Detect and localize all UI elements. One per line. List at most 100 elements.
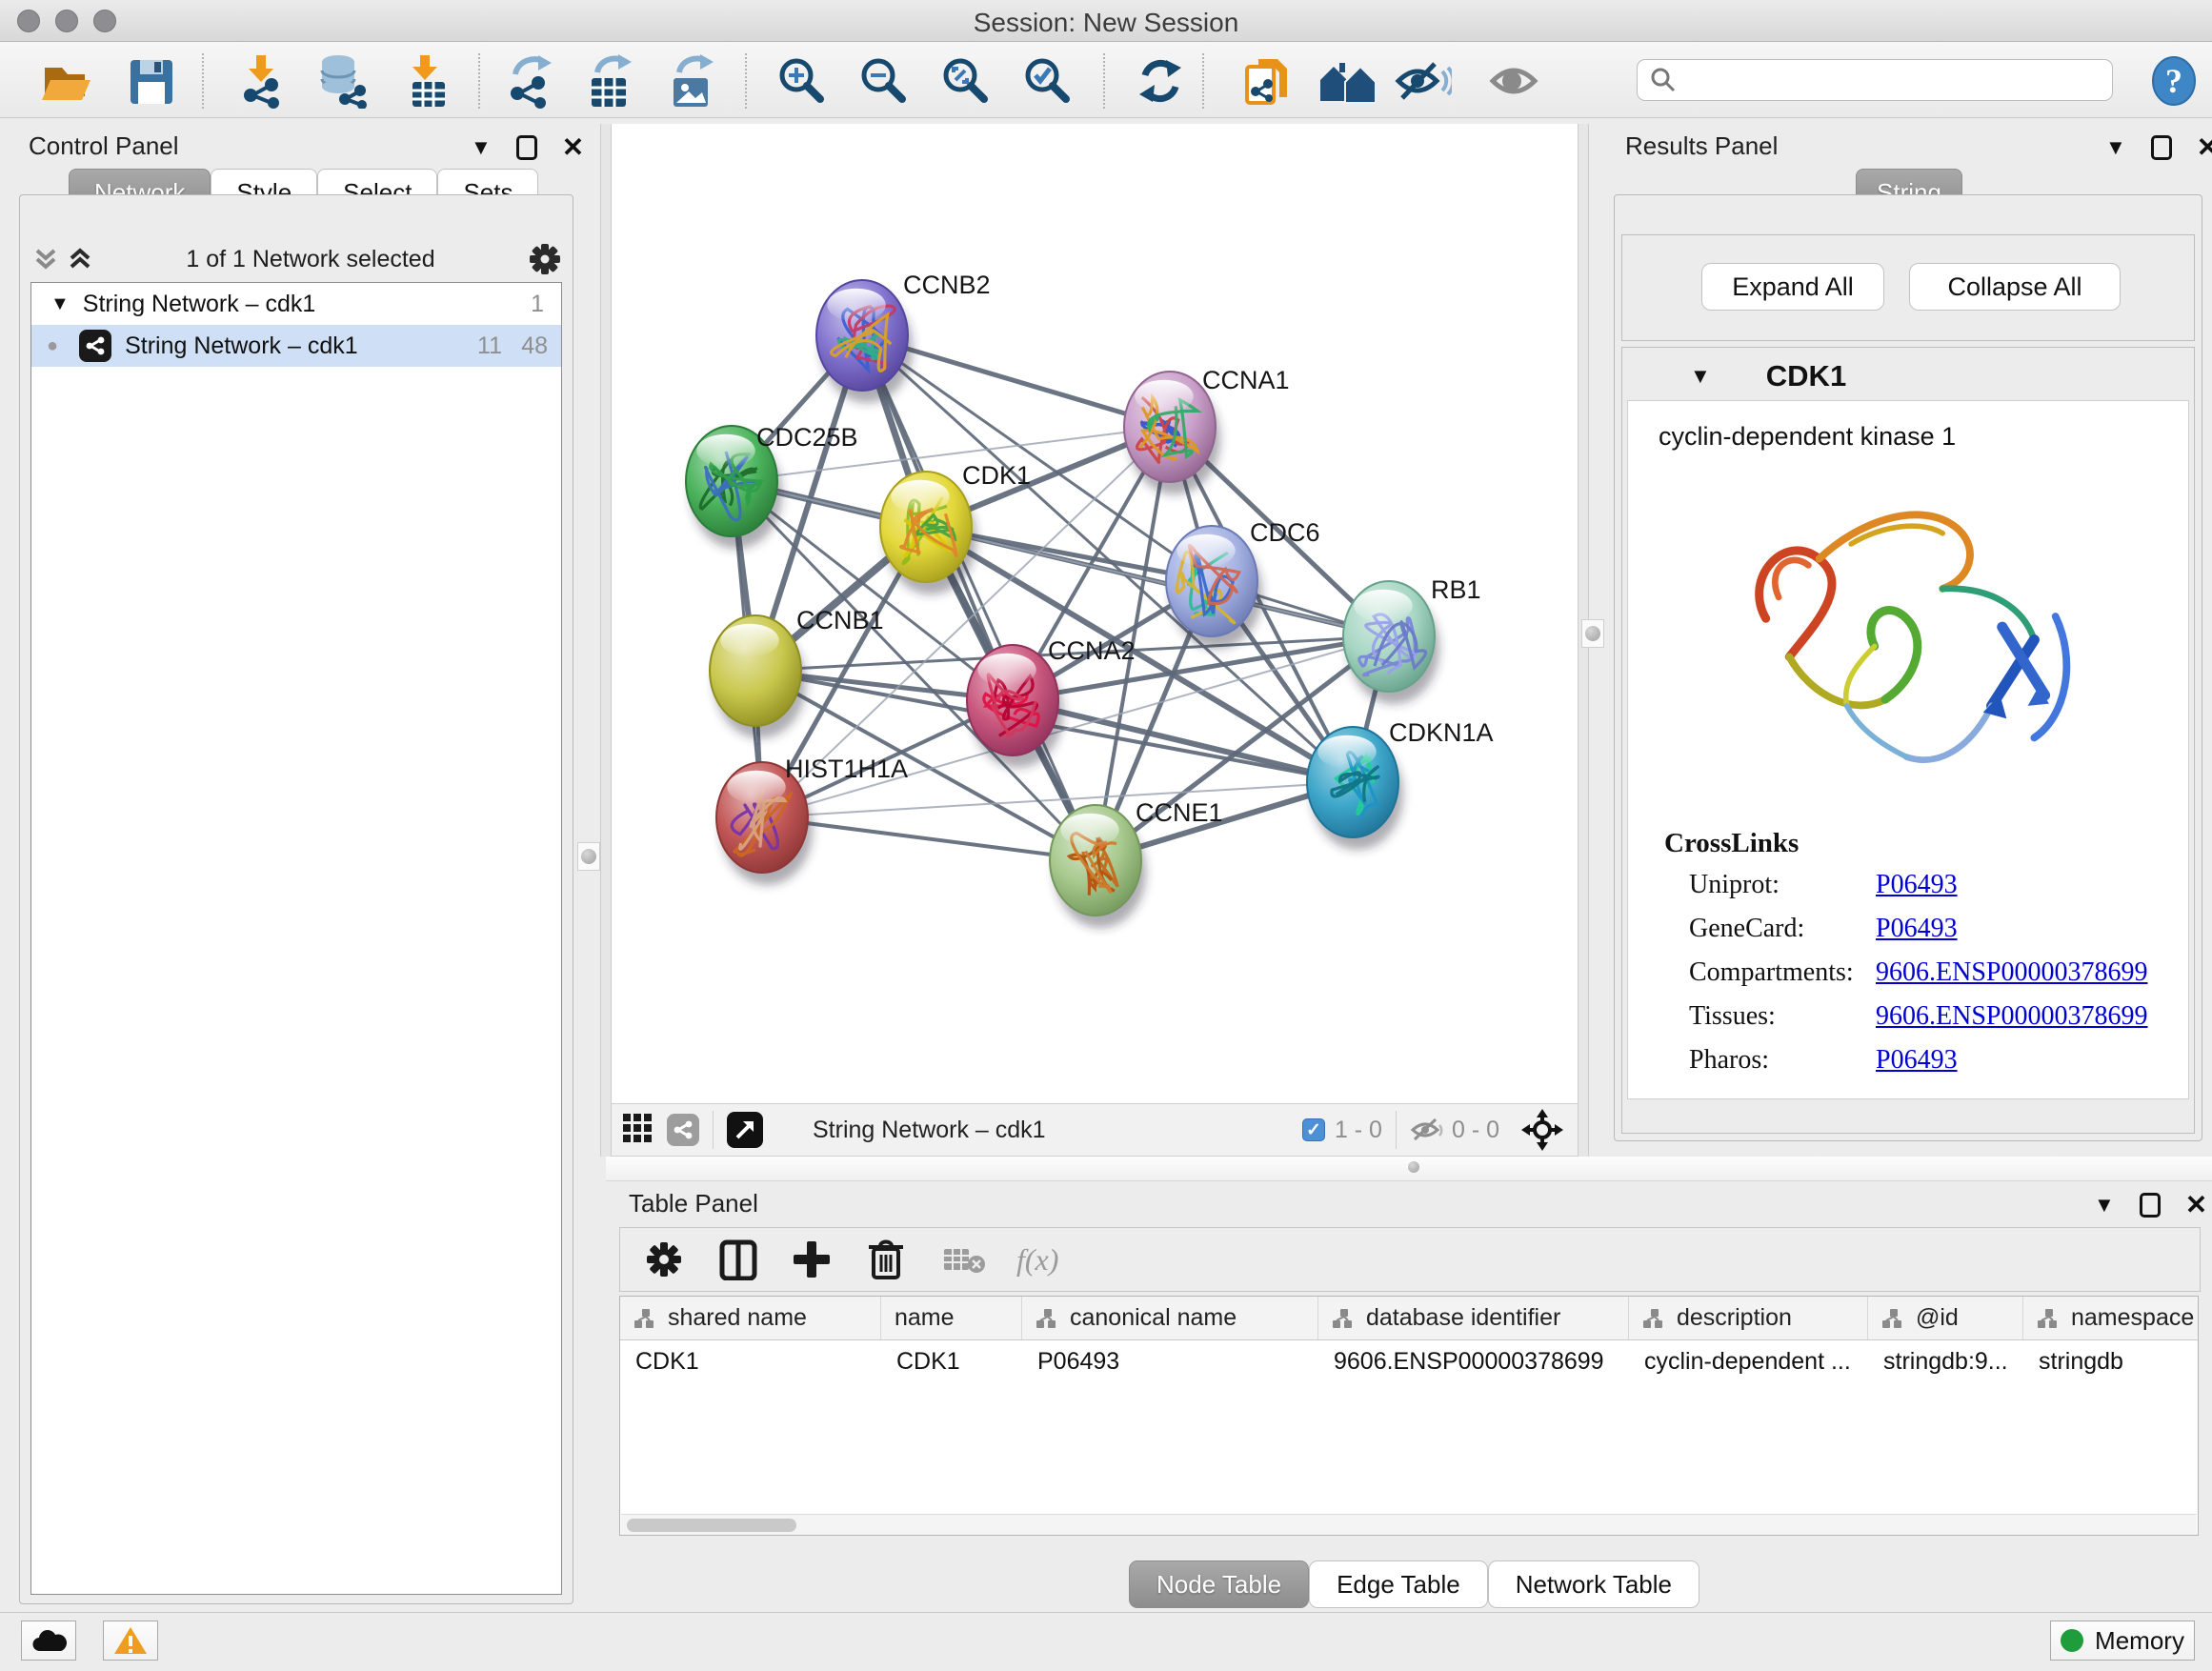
expand-all-button[interactable]: Expand All [1701,263,1884,311]
cloud-button[interactable] [21,1621,76,1661]
clone-network-button[interactable] [1237,53,1294,109]
results-panel-menu-button[interactable]: ▼ [2105,135,2126,160]
table-panel-float-button[interactable] [2140,1193,2161,1218]
memory-status-dot [2061,1629,2083,1652]
table-tab-edge-table[interactable]: Edge Table [1309,1560,1488,1608]
crosslink-link[interactable]: 9606.ENSP00000378699 [1876,957,2147,988]
import-network-file-button[interactable] [232,53,290,109]
network-tree: ▼ String Network – cdk1 1 ● String Netwo… [30,282,562,1595]
column-header-shared-name[interactable]: shared name [620,1297,881,1339]
crosslink-link[interactable]: P06493 [1876,870,1958,900]
zoom-in-icon [775,54,829,108]
node-table-row[interactable]: CDK1CDK1P064939606.ENSP00000378699cyclin… [620,1340,2198,1382]
refresh-button[interactable] [1132,53,1189,109]
table-panel-close-button[interactable]: ✕ [2185,1193,2207,1218]
search-input[interactable] [1685,67,2104,93]
table-horizontal-scrollbar[interactable] [621,1514,2197,1535]
table-cell[interactable]: stringdb [2023,1340,2199,1382]
hide-selected-button[interactable] [1395,53,1452,109]
main-toolbar: ? [0,42,2212,118]
pan-crosshair-icon[interactable] [1520,1108,1564,1152]
column-header--id[interactable]: @id [1868,1297,2023,1339]
zoom-fit-button[interactable] [937,53,995,109]
left-splitter-handle[interactable] [577,842,600,871]
delete-column-trash-icon[interactable] [864,1238,908,1281]
network-canvas[interactable]: CCNB2CCNA1CDC25BCDK1CDC6RB1CCNB1CCNA2CDK… [606,124,1578,1103]
left-splitter[interactable] [600,124,612,1157]
crosslink-link[interactable]: 9606.ENSP00000378699 [1876,1001,2147,1032]
export-table-button[interactable] [581,53,638,109]
collapse-all-button[interactable]: Collapse All [1909,263,2121,311]
network-node-CDK1[interactable] [880,472,976,594]
network-node-CCNB1[interactable] [710,615,806,738]
collection-expand-triangle-icon[interactable]: ▼ [50,293,70,315]
gene-collapse-triangle-icon[interactable]: ▼ [1690,364,1711,389]
table-cell[interactable]: CDK1 [620,1340,881,1382]
table-settings-gear-icon[interactable] [645,1240,683,1278]
table-tab-node-table[interactable]: Node Table [1129,1560,1309,1608]
gene-section-header[interactable]: ▼ CDK1 [1629,354,2187,398]
column-header-name[interactable]: name [881,1297,1022,1339]
network-node-CCNB2[interactable] [816,280,913,403]
crosslink-link[interactable]: P06493 [1876,914,1958,944]
add-column-plus-icon[interactable] [792,1239,832,1279]
expand-all-chevron-icon[interactable] [67,245,93,273]
birds-eye-view-button[interactable] [727,1112,763,1148]
zoom-in-button[interactable] [774,53,831,109]
node-label-CDC6: CDC6 [1250,518,1320,547]
results-panel-close-button[interactable]: ✕ [2197,135,2212,160]
selected-indicator-checkbox[interactable]: ✓ [1302,1118,1325,1141]
network-node-RB1[interactable] [1343,581,1439,704]
scrollbar-thumb[interactable] [627,1519,796,1532]
export-network-button[interactable] [501,53,558,109]
column-header-database-identifier[interactable]: database identifier [1318,1297,1629,1339]
column-header-canonical-name[interactable]: canonical name [1022,1297,1318,1339]
open-session-button[interactable] [36,53,93,109]
import-table-button[interactable] [398,53,455,109]
external-arrow-icon [734,1118,756,1141]
import-network-database-button[interactable] [314,53,372,109]
table-cell[interactable]: stringdb:9... [1868,1340,2023,1382]
column-header-description[interactable]: description [1629,1297,1868,1339]
zoom-out-button[interactable] [855,53,913,109]
column-header-namespace[interactable]: namespace [2023,1297,2199,1339]
control-panel-menu-button[interactable]: ▼ [471,135,492,160]
show-all-button[interactable] [1486,53,1543,109]
collapse-all-chevron-icon[interactable] [32,245,59,273]
memory-button[interactable]: Memory [2050,1621,2195,1661]
export-image-icon [664,53,719,109]
table-cell[interactable]: P06493 [1022,1340,1318,1382]
refresh-icon [1134,54,1187,108]
warnings-button[interactable] [103,1621,158,1661]
save-session-button[interactable] [122,53,179,109]
first-neighbors-button[interactable] [1318,53,1376,109]
network-collection-row[interactable]: ▼ String Network – cdk1 1 [31,283,561,325]
results-panel-title: Results Panel [1625,131,1778,161]
table-cell[interactable]: CDK1 [881,1340,1022,1382]
horizontal-splitter[interactable] [606,1157,2212,1181]
help-button[interactable]: ? [2145,53,2202,109]
grid-icon [621,1112,654,1144]
export-image-button[interactable] [663,53,720,109]
search-icon [1649,66,1678,94]
network-graph[interactable]: CCNB2CCNA1CDC25BCDK1CDC6RB1CCNB1CCNA2CDK… [606,124,1578,1103]
network-node-CDC6[interactable] [1166,526,1262,649]
toolbar-separator [202,53,204,109]
network-row-selected[interactable]: ● String Network – cdk1 11 48 [31,325,561,367]
control-panel-float-button[interactable] [516,135,537,160]
table-tab-network-table[interactable]: Network Table [1488,1560,1699,1608]
table-panel-menu-button[interactable]: ▼ [2094,1193,2115,1218]
show-columns-icon[interactable] [717,1238,759,1280]
network-node-CCNE1[interactable] [1050,805,1146,928]
network-type-button[interactable] [667,1114,699,1146]
view-grid-button[interactable] [621,1112,654,1149]
table-cell[interactable]: cyclin-dependent ... [1629,1340,1868,1382]
crosslink-link[interactable]: P06493 [1876,1045,1958,1076]
delete-table-icon-disabled [942,1243,986,1276]
results-panel-float-button[interactable] [2151,135,2172,160]
control-panel-close-button[interactable]: ✕ [562,135,584,160]
network-options-gear-icon[interactable] [528,242,562,276]
zoom-selected-button[interactable] [1019,53,1076,109]
table-cell[interactable]: 9606.ENSP00000378699 [1318,1340,1629,1382]
control-panel-title: Control Panel [29,131,179,161]
